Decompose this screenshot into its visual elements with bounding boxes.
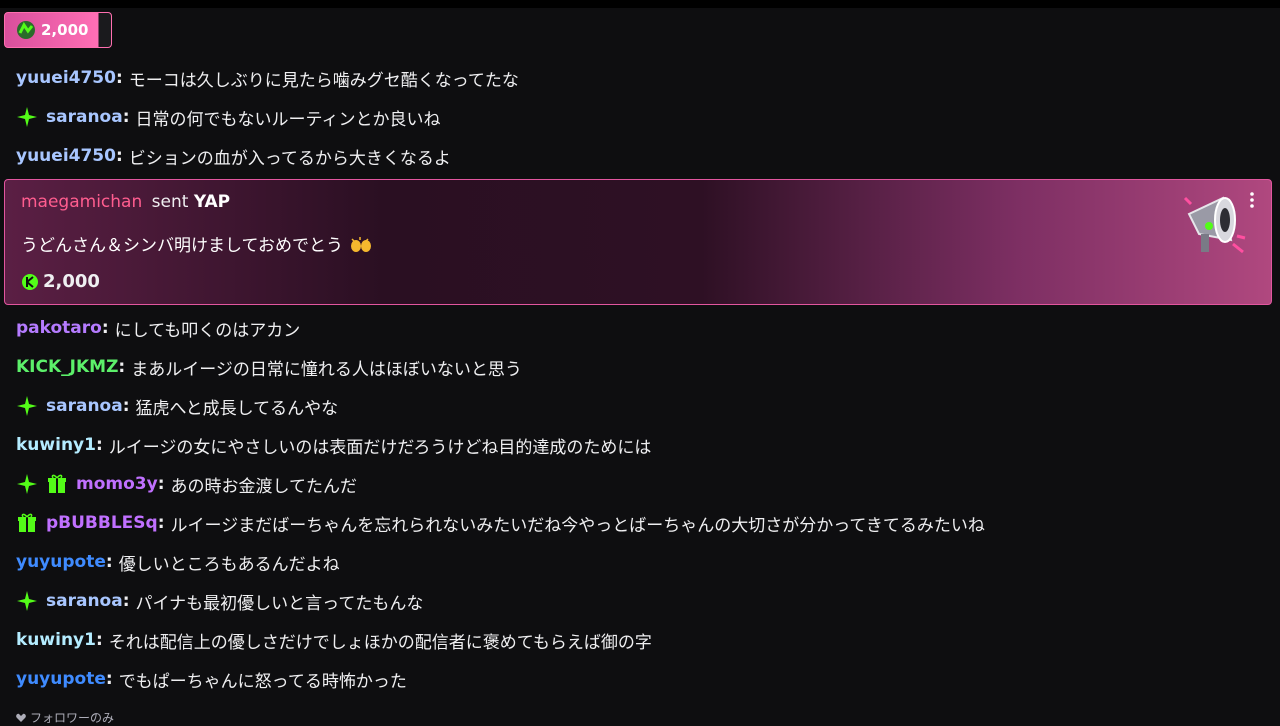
chat-text: でもぱーちゃんに怒ってる時怖かった: [118, 671, 407, 692]
chat-message: KICK_JKMZ: まあルイージの日常に憧れる人はほぼいないと思う: [16, 352, 522, 382]
chat-message: kuwiny1: それは配信上の優しさだけでしょほかの配信者に褒めてもらえば御の…: [16, 625, 652, 655]
chat-username[interactable]: saranoa: [46, 591, 123, 611]
chat-message: pakotaro: にしても叩くのはアカン: [16, 313, 300, 343]
more-options-icon[interactable]: [1247, 190, 1257, 210]
yap-amount: 2,000: [21, 271, 100, 292]
chat-username[interactable]: pakotaro: [16, 318, 102, 338]
followers-only-indicator: フォロワーのみ: [16, 709, 114, 726]
yap-sent-label: sent: [151, 192, 189, 212]
kick-coin-icon: [17, 21, 35, 39]
chat-message: pBUBBLESq: ルイージまだばーちゃんを忘れられないみたいだね今やっとばー…: [16, 508, 985, 538]
chat-username[interactable]: yuyupote: [16, 669, 106, 689]
heart-icon: [16, 713, 26, 722]
raising-hands-emoji-icon: [351, 237, 372, 252]
chat-text: モーコは久しぶりに見たら噛みグセ酷くなってたな: [128, 70, 519, 91]
chat-text: 猛虎へと成長してるんやな: [135, 398, 339, 419]
chat-text: 優しいところもあるんだよね: [118, 554, 340, 575]
kick-coin-icon: [22, 273, 38, 290]
chat-message: yuyupote: でもぱーちゃんに怒ってる時怖かった: [16, 664, 407, 694]
sparkle-badge-icon: [17, 107, 37, 127]
chat-message: yuuei4750: モーコは久しぶりに見たら噛みグセ酷くなってたな: [16, 63, 519, 93]
yap-highlight-card: maegamichan sent YAP うどんさん＆シンバ明けましておめでとう…: [4, 179, 1272, 305]
gift-badge-icon: [18, 513, 36, 532]
chat-username[interactable]: kuwiny1: [16, 630, 96, 650]
chat-text: まあルイージの日常に憧れる人はほぼいないと思う: [131, 359, 522, 380]
chat-username[interactable]: saranoa: [46, 396, 123, 416]
chat-username[interactable]: yuyupote: [16, 552, 106, 572]
megaphone-sticker-icon: [1183, 196, 1246, 254]
chat-message: yuuei4750: ビションの血が入ってるから大きくなるよ: [16, 141, 451, 171]
chat-username[interactable]: pBUBBLESq: [46, 513, 158, 533]
chat-username[interactable]: saranoa: [46, 107, 123, 127]
chat-text: 日常の何でもないルーティンとか良いね: [135, 109, 441, 130]
pinned-tip-badge[interactable]: 2,000: [4, 12, 112, 48]
chat-text: ルイージの女にやさしいのは表面だけだろうけどね目的達成のためには: [108, 437, 652, 458]
chat-message: kuwiny1: ルイージの女にやさしいのは表面だけだろうけどね目的達成のために…: [16, 430, 651, 460]
chat-message: saranoa: 日常の何でもないルーティンとか良いね: [16, 102, 441, 132]
chat-text: あの時お金渡してたんだ: [170, 476, 358, 497]
chat-text: それは配信上の優しさだけでしょほかの配信者に褒めてもらえば御の字: [108, 632, 652, 653]
chat-text: パイナも最初優しいと言ってたもんな: [135, 593, 424, 614]
chat-text: ビションの血が入ってるから大きくなるよ: [128, 148, 451, 169]
top-bar: [0, 0, 1280, 8]
yap-item: YAP: [193, 192, 231, 212]
sparkle-badge-icon: [17, 591, 37, 611]
pinned-amount: 2,000: [41, 21, 89, 39]
chat-message: saranoa: パイナも最初優しいと言ってたもんな: [16, 586, 423, 616]
sparkle-badge-icon: [17, 396, 37, 416]
chat-message: momo3y: あの時お金渡してたんだ: [16, 469, 357, 499]
yap-sender[interactable]: maegamichan: [21, 192, 142, 212]
yap-message-text: うどんさん＆シンバ明けましておめでとう: [21, 236, 343, 256]
yap-message: うどんさん＆シンバ明けましておめでとう: [21, 231, 372, 256]
yap-header: maegamichan sent YAP: [21, 192, 230, 212]
yap-amount-value: 2,000: [43, 271, 100, 292]
gift-badge-icon: [48, 474, 66, 493]
chat-username[interactable]: yuuei4750: [16, 146, 116, 166]
chat-message: saranoa: 猛虎へと成長してるんやな: [16, 391, 338, 421]
chat-username[interactable]: yuuei4750: [16, 68, 116, 88]
chat-text: にしても叩くのはアカン: [114, 320, 301, 341]
chat-message: yuyupote: 優しいところもあるんだよね: [16, 547, 340, 577]
followers-only-label: フォロワーのみ: [30, 711, 115, 725]
chat-text: ルイージまだばーちゃんを忘れられないみたいだね今やっとばーちゃんの大切さが分かっ…: [170, 515, 985, 536]
chat-username[interactable]: KICK_JKMZ: [16, 357, 118, 377]
sparkle-badge-icon: [17, 474, 37, 494]
chat-username[interactable]: kuwiny1: [16, 435, 96, 455]
chat-username[interactable]: momo3y: [76, 474, 158, 494]
